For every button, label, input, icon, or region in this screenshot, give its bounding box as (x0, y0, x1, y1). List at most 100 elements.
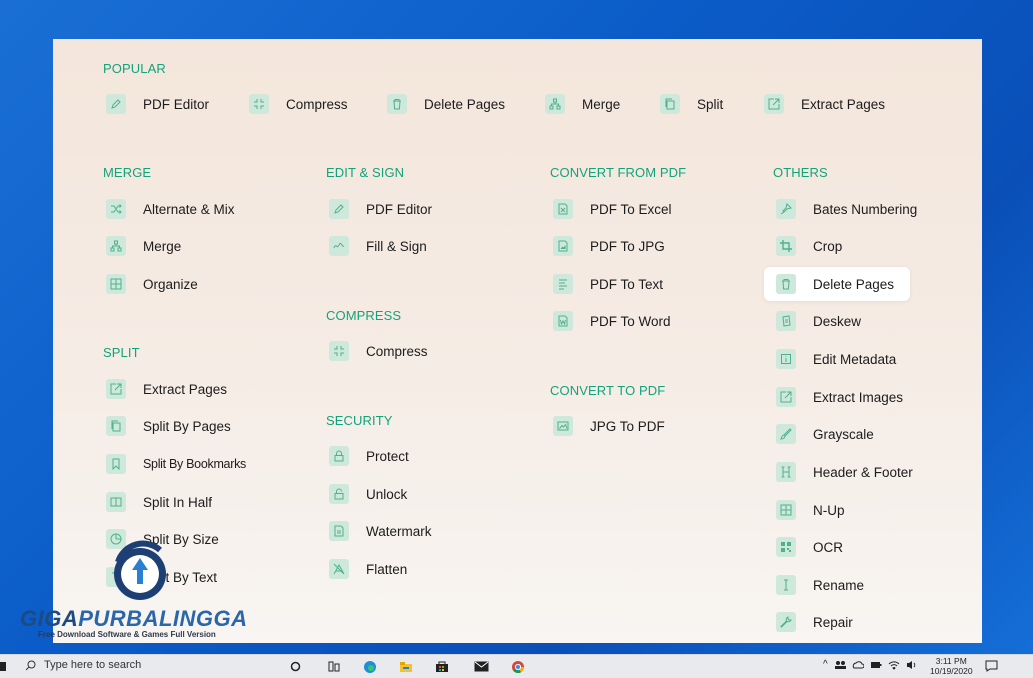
extract-icon (106, 379, 126, 399)
tool-n-up[interactable]: N-Up (776, 493, 845, 527)
tool-flatten[interactable]: Flatten (329, 552, 407, 586)
taskbar-clock[interactable]: 3:11 PM 10/19/2020 (930, 656, 973, 676)
tool-compress[interactable]: Compress (329, 334, 428, 368)
tool-rename[interactable]: Rename (776, 568, 864, 602)
start-button[interactable] (0, 662, 6, 671)
file-explorer-icon[interactable] (398, 659, 414, 674)
lock-icon (329, 446, 349, 466)
tool-extract-pages[interactable]: Extract Pages (106, 372, 227, 406)
tool-watermark[interactable]: Watermark (329, 514, 432, 548)
logo-emblem-icon (114, 540, 166, 600)
onedrive-icon[interactable] (852, 660, 864, 670)
tool-split-in-half[interactable]: Split In Half (106, 485, 212, 519)
tool-pdf-editor[interactable]: PDF Editor (329, 192, 432, 226)
section-title-popular: POPULAR (103, 61, 166, 76)
tool-label: Unlock (366, 486, 408, 502)
mail-icon[interactable] (473, 659, 489, 674)
cursor-text-icon (776, 575, 796, 595)
tool-pdf-to-word[interactable]: PDF To Word (553, 304, 671, 338)
tool-jpg-to-pdf[interactable]: JPG To PDF (553, 409, 665, 443)
tool-label: JPG To PDF (590, 418, 665, 434)
tool-split-by-bookmarks[interactable]: Split By Bookmarks (106, 447, 246, 481)
cortana-icon[interactable] (287, 659, 303, 674)
popular-pdf-editor[interactable]: PDF Editor (106, 87, 209, 121)
organize-icon (106, 274, 126, 294)
tool-label: Merge (143, 238, 182, 254)
wifi-icon[interactable] (888, 660, 900, 670)
pages-icon (106, 416, 126, 436)
tool-pdf-to-text[interactable]: PDF To Text (553, 267, 663, 301)
tool-label: Split By Pages (143, 418, 231, 434)
tool-label: Flatten (366, 561, 408, 577)
edge-icon[interactable] (362, 659, 378, 674)
compress-icon (329, 341, 349, 361)
chrome-icon[interactable] (510, 659, 526, 674)
section-title-security: SECURITY (326, 413, 393, 428)
store-icon[interactable] (434, 659, 450, 674)
wrench-icon (776, 612, 796, 632)
tool-pdf-to-excel[interactable]: PDF To Excel (553, 192, 672, 226)
tool-alternate-mix[interactable]: Alternate & Mix (106, 192, 235, 226)
tool-label: Compress (286, 96, 348, 112)
tool-label: Delete Pages (424, 96, 506, 112)
tool-bates-numbering[interactable]: Bates Numbering (776, 192, 917, 226)
tool-label: Rename (813, 577, 865, 593)
tool-header-footer[interactable]: Header & Footer (776, 455, 913, 489)
tool-label: Grayscale (813, 426, 874, 442)
pen-icon (329, 199, 349, 219)
grid-icon (776, 500, 796, 520)
tool-label: Extract Pages (801, 96, 886, 112)
tool-protect[interactable]: Protect (329, 439, 409, 473)
tool-split-by-pages[interactable]: Split By Pages (106, 409, 231, 443)
tool-ocr[interactable]: OCR (776, 530, 843, 564)
tool-grayscale[interactable]: Grayscale (776, 417, 874, 451)
tool-label: PDF To Word (590, 313, 671, 329)
tool-edit-metadata[interactable]: Edit Metadata (776, 342, 896, 376)
task-view-icon[interactable] (326, 659, 342, 674)
section-title-split: SPLIT (103, 345, 140, 360)
tool-label: Fill & Sign (366, 238, 427, 254)
notification-icon[interactable] (985, 659, 998, 677)
tool-label: Repair (813, 614, 853, 630)
qr-icon (776, 537, 796, 557)
compress-icon (249, 94, 269, 114)
half-icon (106, 492, 126, 512)
tool-label: Protect (366, 448, 409, 464)
people-icon[interactable] (834, 660, 846, 670)
clock-time: 3:11 PM (935, 656, 967, 666)
crop-icon (776, 236, 796, 256)
tool-label: PDF To Text (590, 276, 664, 292)
volume-icon[interactable] (906, 660, 918, 670)
tool-extract-images[interactable]: Extract Images (776, 380, 903, 414)
tool-delete-pages[interactable]: Delete Pages (764, 267, 911, 301)
tool-merge[interactable]: Merge (106, 229, 181, 263)
tool-organize[interactable]: Organize (106, 267, 198, 301)
popular-extract-pages[interactable]: Extract Pages (764, 87, 885, 121)
tool-label: Extract Images (813, 389, 904, 405)
section-title-convert-from-pdf: CONVERT FROM PDF (550, 165, 687, 180)
search-placeholder: Type here to search (44, 659, 142, 671)
extract-icon (764, 94, 784, 114)
popular-delete-pages[interactable]: Delete Pages (387, 87, 505, 121)
popular-merge[interactable]: Merge (545, 87, 620, 121)
section-title-edit-sign: EDIT & SIGN (326, 165, 405, 180)
tool-unlock[interactable]: Unlock (329, 477, 407, 511)
battery-icon[interactable] (870, 660, 882, 670)
pen-icon (106, 94, 126, 114)
extract-icon (776, 387, 796, 407)
tool-fill-sign[interactable]: Fill & Sign (329, 229, 427, 263)
watermark-logo: GIGAPURBALINGGA Free Download Software &… (20, 540, 280, 640)
tool-label: Watermark (366, 523, 432, 539)
section-title-compress: COMPRESS (326, 308, 402, 323)
tool-pdf-to-jpg[interactable]: PDF To JPG (553, 229, 665, 263)
tool-deskew[interactable]: Deskew (776, 304, 861, 338)
tool-repair[interactable]: Repair (776, 605, 853, 639)
tool-crop[interactable]: Crop (776, 229, 842, 263)
chevron-up-icon[interactable]: ^ (823, 659, 828, 670)
section-title-merge: MERGE (103, 165, 152, 180)
popular-split[interactable]: Split (660, 87, 723, 121)
info-icon (776, 349, 796, 369)
image-file-icon (553, 236, 573, 256)
popular-compress[interactable]: Compress (249, 87, 348, 121)
taskbar-search[interactable]: Type here to search (25, 659, 141, 671)
